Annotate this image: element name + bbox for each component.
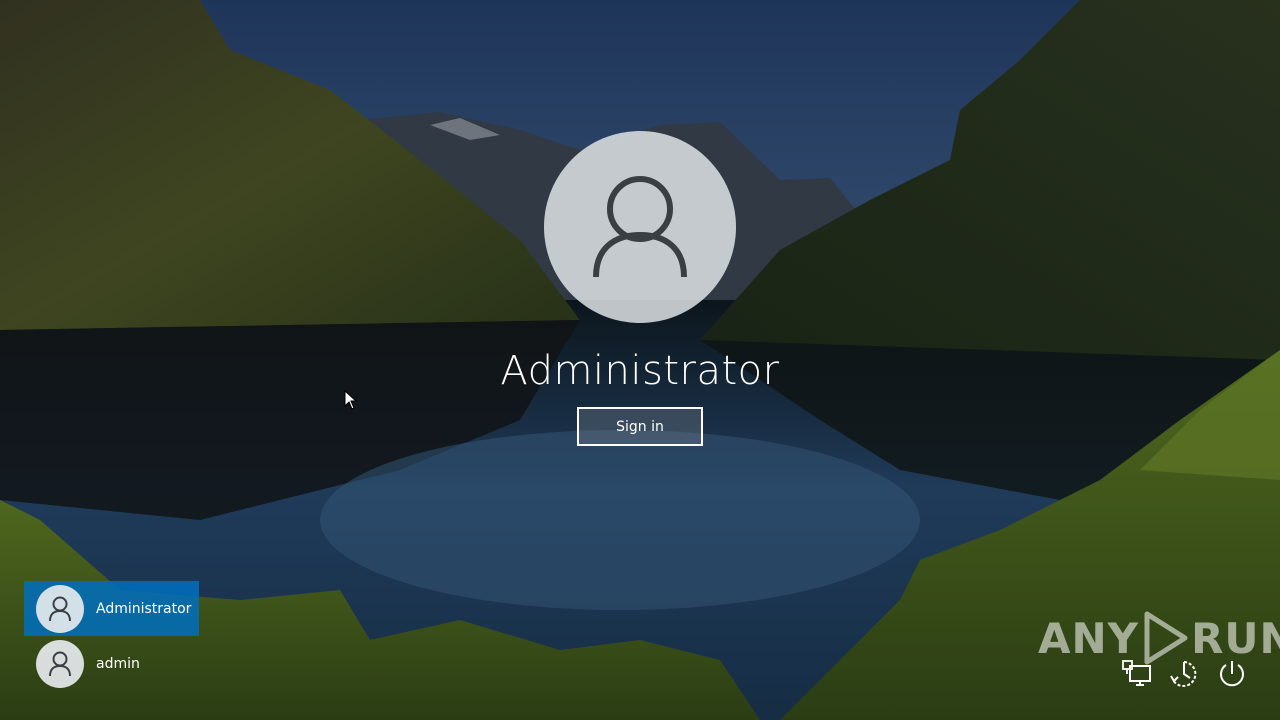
ease-of-access-button[interactable] xyxy=(1166,656,1202,692)
user-avatar-small xyxy=(36,639,84,688)
network-button[interactable] xyxy=(1118,656,1154,692)
user-item-administrator[interactable]: Administrator xyxy=(24,581,199,636)
user-icon xyxy=(49,596,71,621)
power-button[interactable] xyxy=(1214,656,1250,692)
network-icon xyxy=(1122,660,1151,686)
user-icon xyxy=(593,176,687,278)
user-avatar-small xyxy=(36,584,84,633)
sign-in-button[interactable]: Sign in xyxy=(577,407,703,446)
user-switcher-list: Administrator admin xyxy=(24,581,199,691)
user-item-label: Administrator xyxy=(96,600,192,617)
current-username: Administrator xyxy=(500,348,780,394)
ease-of-access-icon xyxy=(1170,661,1197,687)
mouse-cursor-icon xyxy=(344,390,358,410)
user-icon xyxy=(49,651,71,676)
power-icon xyxy=(1220,661,1244,687)
lock-screen: Administrator Sign in Administrator admi… xyxy=(0,0,1280,720)
user-item-label: admin xyxy=(96,655,140,672)
user-item-admin[interactable]: admin xyxy=(24,636,199,691)
user-avatar-large xyxy=(544,131,736,323)
